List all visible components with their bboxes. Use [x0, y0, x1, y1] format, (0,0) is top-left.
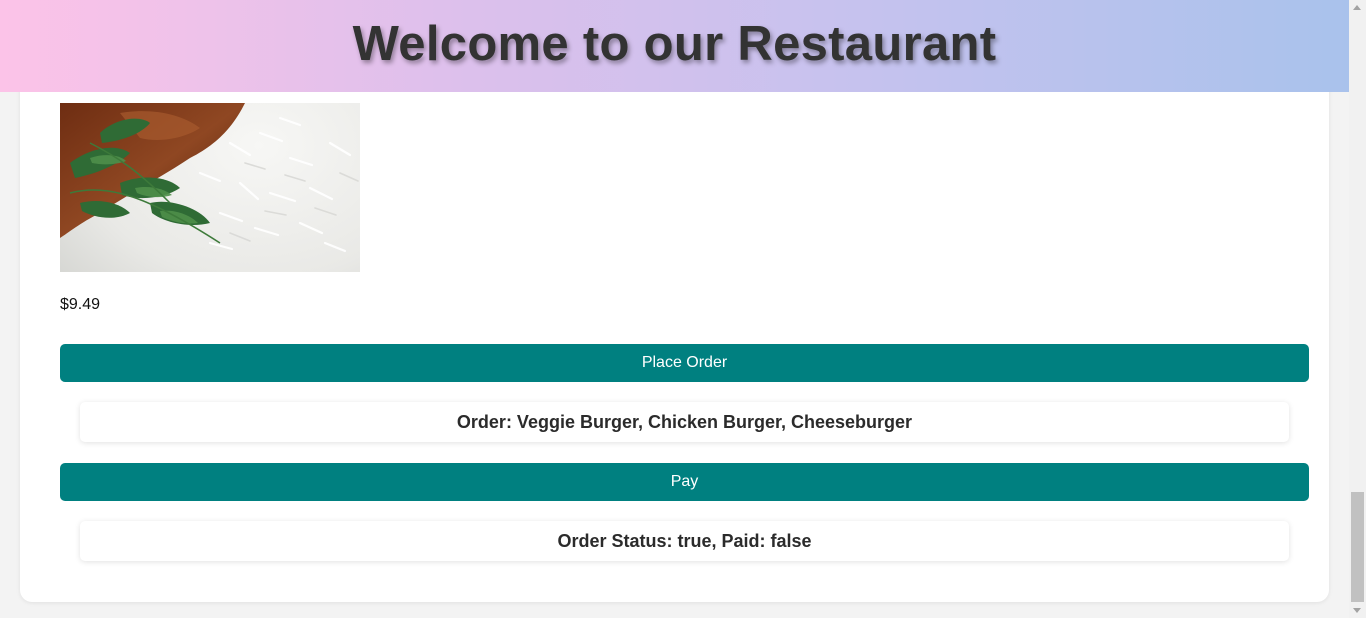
- vertical-scrollbar[interactable]: [1349, 0, 1366, 618]
- page-viewport: Welcome to our Restaurant $9.49 Place Or…: [0, 0, 1366, 618]
- order-summary: Order: Veggie Burger, Chicken Burger, Ch…: [80, 402, 1289, 442]
- scroll-up-arrow-icon[interactable]: [1353, 5, 1361, 10]
- place-order-button[interactable]: Place Order: [60, 344, 1309, 382]
- order-summary-text: Order: Veggie Burger, Chicken Burger, Ch…: [456, 411, 913, 432]
- page-title: Welcome to our Restaurant: [352, 17, 997, 71]
- scrollbar-thumb[interactable]: [1351, 492, 1364, 602]
- item-price: $9.49: [60, 296, 101, 313]
- pay-button[interactable]: Pay: [60, 463, 1309, 501]
- site-header: Welcome to our Restaurant: [0, 0, 1349, 92]
- order-status-text: Order Status: true, Paid: false: [557, 530, 812, 551]
- scroll-down-arrow-icon[interactable]: [1353, 608, 1361, 613]
- food-image: [60, 103, 360, 272]
- menu-card: $9.49 Place Order Order: Veggie Burger, …: [20, 40, 1329, 602]
- order-status: Order Status: true, Paid: false: [80, 521, 1289, 561]
